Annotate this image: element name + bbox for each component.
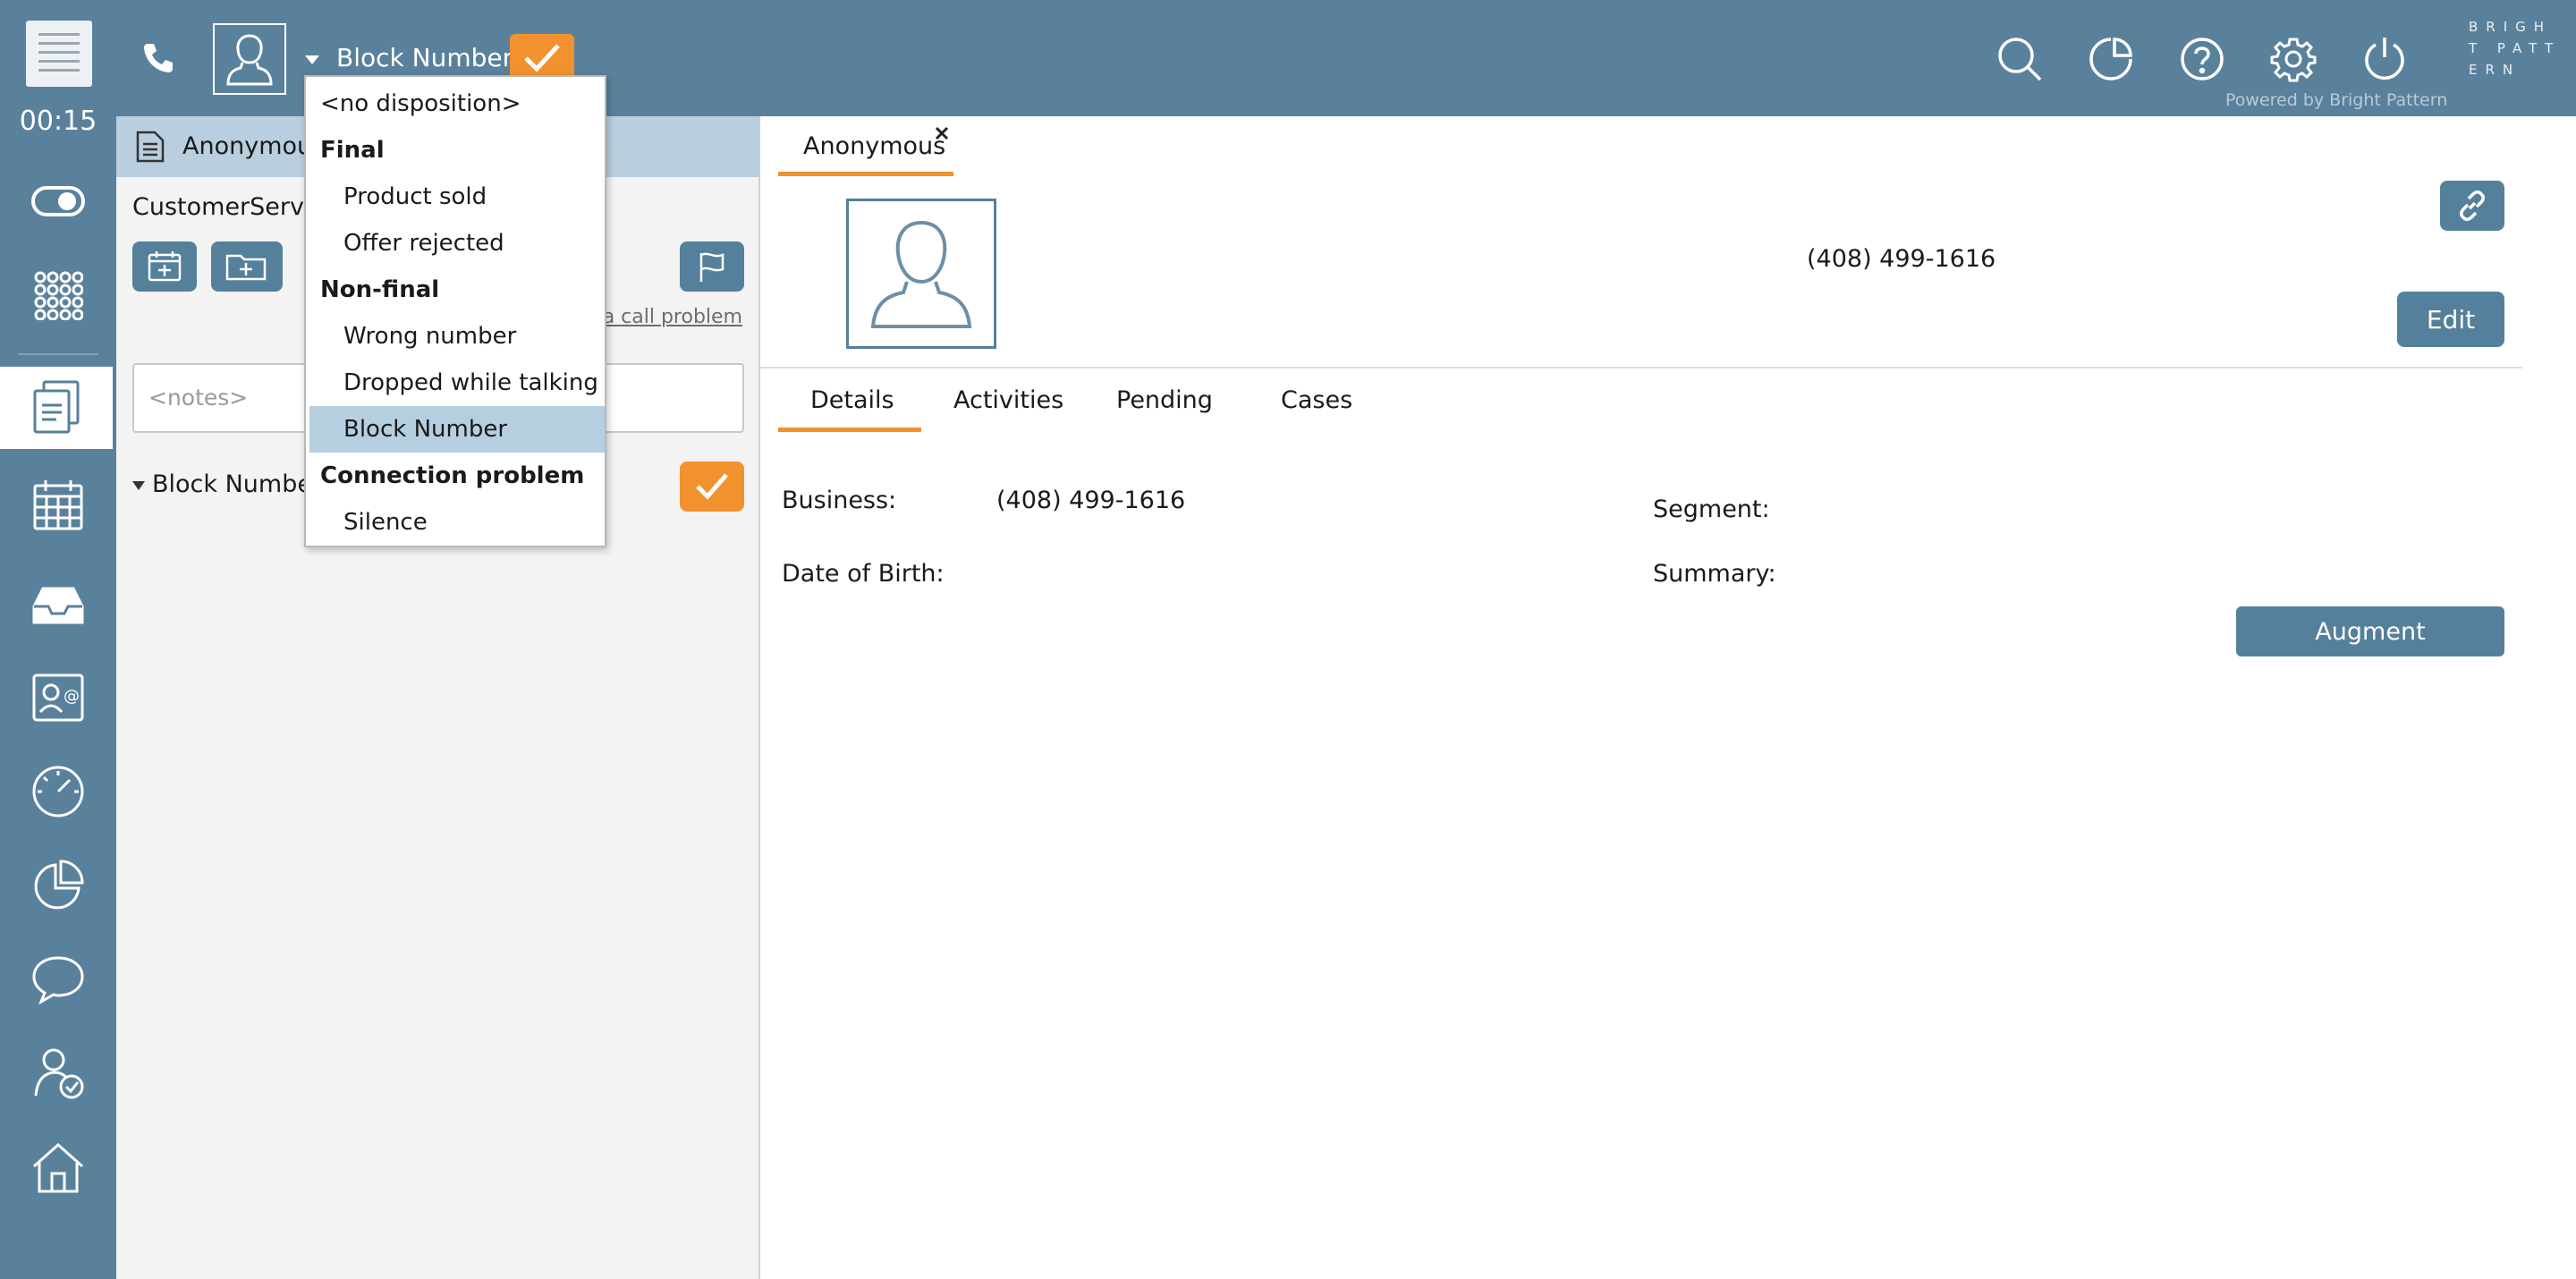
dashboard-gauge-icon[interactable] [27,760,89,823]
dob-label: Date of Birth: [782,560,945,588]
add-to-case-button[interactable] [211,241,283,292]
home-icon[interactable] [27,1136,89,1199]
help-icon[interactable] [2177,34,2227,84]
sidebar-divider [18,353,98,355]
edit-contact-button[interactable]: Edit [2397,292,2504,347]
contact-avatar [846,199,996,349]
contact-phone: (408) 499-1616 [1807,245,1996,273]
flag-button[interactable] [680,241,744,292]
tab-details[interactable]: Details [810,386,894,414]
status-toggle-icon[interactable] [27,179,89,224]
call-timer: 00:15 [19,106,97,137]
disposition-option[interactable]: Product sold [306,174,605,220]
notes-placeholder: <notes> [148,385,249,411]
dial-pad-icon[interactable] [27,264,89,326]
powered-by-label: Powered by Bright Pattern [2225,90,2448,110]
settings-gear-icon[interactable] [2268,34,2318,84]
contact-tab-name[interactable]: Anonymous [803,132,945,160]
schedule-button[interactable] [132,241,197,292]
svg-text:@: @ [64,687,80,706]
disposition-option[interactable]: <no disposition> [306,80,605,127]
disposition-option-selected[interactable]: Block Number [309,406,605,453]
contacts-directory-icon[interactable]: @ [27,666,89,729]
summary-label: Summary: [1653,560,1776,588]
tab-activities[interactable]: Activities [953,386,1063,414]
disposition-option[interactable]: Silence [306,499,605,546]
phone-icon[interactable] [136,36,181,80]
disposition-option[interactable]: Offer rejected [306,220,605,267]
close-tab-icon[interactable] [932,123,952,143]
disposition-chevron-down-icon-panel[interactable] [131,478,147,494]
agent-status-icon[interactable] [27,1042,89,1105]
inbox-tray-icon[interactable] [27,572,89,635]
agent-desktop-menu-icon[interactable] [23,18,95,89]
disposition-selector[interactable]: Block Number [336,43,513,72]
tab-details-underline [778,428,921,432]
left-sidebar: 00:15 @ [0,0,116,1279]
disposition-group-header: Final [320,137,385,164]
business-label: Business: [782,487,897,514]
segment-label: Segment: [1653,496,1770,523]
reports-pie-icon[interactable] [27,854,89,917]
document-icon [132,129,168,165]
link-contact-button[interactable] [2440,181,2504,231]
analytics-refresh-icon[interactable] [2086,34,2136,84]
disposition-group-header: Non-final [320,276,440,303]
chat-bubble-icon[interactable] [27,948,89,1011]
calendar-icon[interactable] [27,474,89,537]
caller-avatar-icon[interactable] [213,23,286,95]
disposition-dropdown: <no disposition> Final Product sold Offe… [304,75,606,547]
contact-info-panel: Anonymous (408) 499-1616 Edit Details Ac… [760,116,2576,1279]
disposition-option[interactable]: Wrong number [306,313,605,360]
tab-pending[interactable]: Pending [1116,386,1213,414]
disposition-chevron-down-icon[interactable] [302,50,322,70]
brand-logo: BRIGHT PATTERN [2469,19,2562,78]
augment-button[interactable]: Augment [2236,606,2504,656]
panel-disposition-selector[interactable]: Block Number [152,470,322,498]
search-icon[interactable] [1995,34,2045,84]
business-value: (408) 499-1616 [996,487,1186,514]
logout-power-icon[interactable] [2360,34,2410,84]
contact-tab-underline [778,172,953,176]
contact-header-divider [760,367,2522,368]
disposition-option[interactable]: Dropped while talking [306,360,605,406]
disposition-group-header: Connection problem [320,462,585,489]
panel-complete-button[interactable] [680,462,744,512]
active-interactions-icon[interactable] [0,367,113,449]
tab-cases[interactable]: Cases [1281,386,1352,414]
